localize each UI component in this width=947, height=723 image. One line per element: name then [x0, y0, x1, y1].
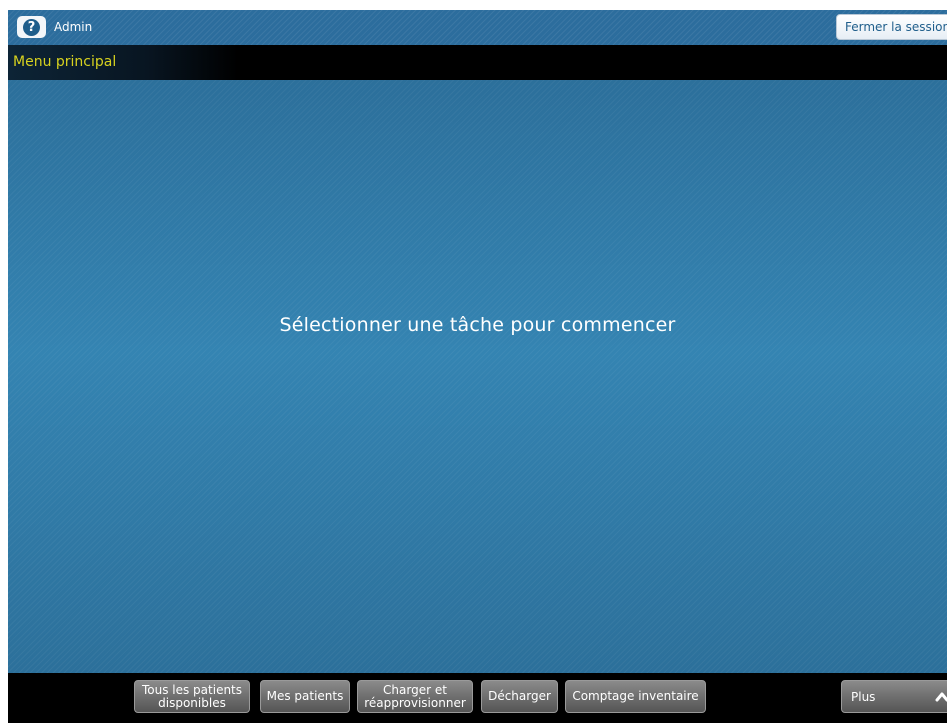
all-patients-button[interactable]: Tous les patients disponibles [134, 680, 250, 713]
page-title-bar: Menu principal [8, 45, 947, 80]
select-task-prompt: Sélectionner une tâche pour commencer [279, 314, 676, 336]
app-screen: ? Admin Fermer la session Menu principal… [8, 10, 947, 723]
help-button[interactable]: ? [17, 16, 46, 38]
task-toolbar: Tous les patients disponibles Mes patien… [8, 673, 947, 723]
help-icon: ? [23, 18, 40, 36]
more-label: Plus [851, 690, 876, 704]
top-bar: ? Admin Fermer la session [8, 10, 947, 45]
my-patients-button[interactable]: Mes patients [260, 680, 350, 713]
load-refill-button[interactable]: Charger et réapprovisionner [357, 680, 473, 713]
unload-button[interactable]: Décharger [481, 680, 558, 713]
more-button[interactable]: Plus [841, 680, 947, 713]
chevron-up-icon [935, 692, 947, 702]
inventory-count-button[interactable]: Comptage inventaire [565, 680, 706, 713]
user-name: Admin [54, 20, 93, 34]
logout-button[interactable]: Fermer la session [836, 14, 947, 40]
page-title: Menu principal [13, 54, 117, 70]
